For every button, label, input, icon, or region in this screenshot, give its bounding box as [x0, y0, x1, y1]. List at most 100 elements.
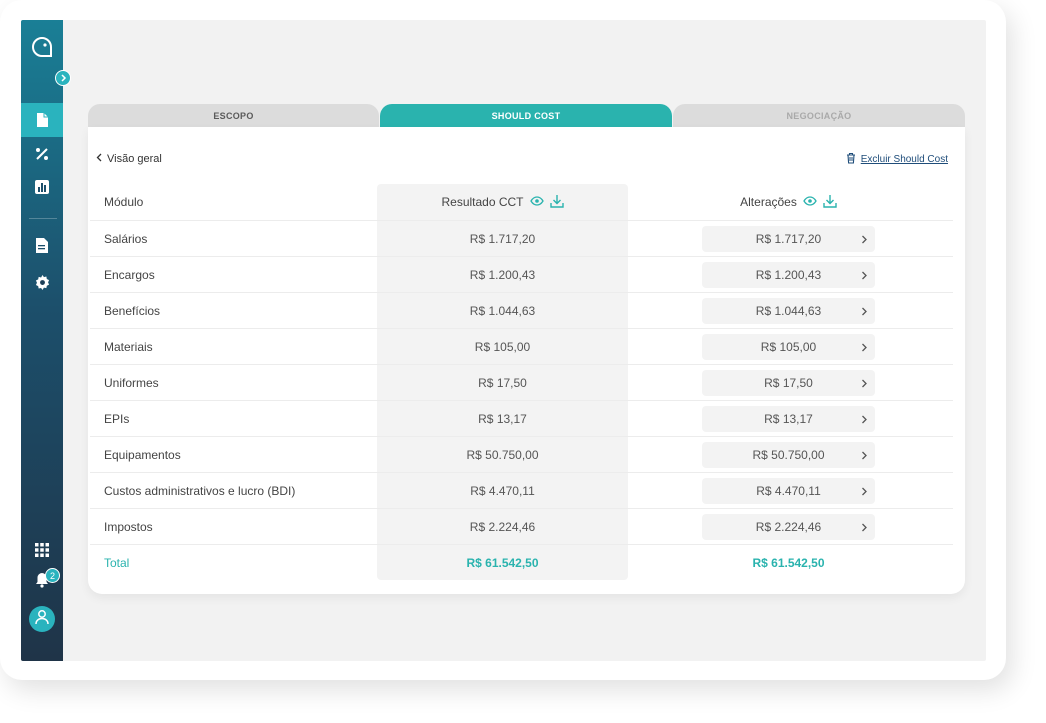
cct-value: R$ 1.717,20 [469, 231, 536, 246]
download-icon[interactable] [549, 194, 564, 211]
notification-badge: 2 [45, 568, 60, 583]
gear-icon [35, 274, 50, 290]
cct-value: R$ 13,17 [478, 411, 527, 426]
cct-value: R$ 105,00 [474, 339, 531, 354]
chevron-right-icon [861, 269, 867, 283]
sidebar-item-should-cost[interactable] [21, 103, 63, 137]
should-cost-card: Visão geral Excluir Should Cost Módulo R… [88, 127, 965, 594]
grid-icon [35, 543, 49, 557]
change-value: R$ 1.200,43 [755, 267, 822, 282]
chevron-right-icon [861, 485, 867, 499]
module-name: Uniformes [104, 375, 159, 390]
change-value: R$ 50.750,00 [752, 447, 825, 462]
change-value-button[interactable]: R$ 1.717,20 [702, 225, 875, 252]
chevron-right-icon [861, 341, 867, 355]
tab-should-cost[interactable]: SHOULD COST [380, 104, 672, 127]
module-name: Impostos [104, 519, 153, 534]
header-changes: Alterações [702, 184, 875, 220]
download-icon[interactable] [823, 194, 837, 211]
cct-value: R$ 1.044,63 [469, 303, 536, 318]
table-row: Salários R$ 1.717,20 R$ 1.717,20 [90, 221, 953, 257]
stepper-tabs: ESCOPO SHOULD COST NEGOCIAÇÃO [88, 104, 965, 127]
change-value-button[interactable]: R$ 4.470,11 [702, 477, 875, 504]
eye-icon[interactable] [529, 195, 544, 209]
chevron-right-icon [861, 377, 867, 391]
change-value-button[interactable]: R$ 1.044,63 [702, 297, 875, 324]
delete-link-label: Excluir Should Cost [860, 154, 948, 165]
eye-icon[interactable] [803, 195, 817, 209]
chevron-right-icon [60, 69, 67, 87]
percent-icon [35, 147, 49, 161]
header-changes-label: Alterações [740, 195, 797, 209]
cct-value: R$ 17,50 [478, 375, 527, 390]
sidebar-item-charts[interactable] [21, 170, 63, 204]
module-name: Equipamentos [104, 447, 181, 462]
chevron-right-icon [861, 521, 867, 535]
delete-should-cost-link[interactable]: Excluir Should Cost [846, 152, 948, 167]
report-icon [36, 237, 48, 253]
chevron-left-icon [96, 153, 102, 165]
app-logo-icon[interactable] [21, 30, 63, 64]
table-row: Encargos R$ 1.200,43 R$ 1.200,43 [90, 257, 953, 293]
module-name: Encargos [104, 267, 155, 282]
change-value: R$ 4.470,11 [756, 483, 821, 498]
total-cct-value: R$ 61.542,50 [466, 556, 539, 570]
user-avatar[interactable] [29, 606, 55, 632]
sidebar-item-reports[interactable] [21, 228, 63, 262]
table-row: EPIs R$ 13,17 R$ 13,17 [90, 401, 953, 437]
back-link-label: Visão geral [107, 153, 162, 165]
tab-negociacao[interactable]: NEGOCIAÇÃO [673, 104, 965, 127]
change-value: R$ 1.044,63 [755, 303, 822, 318]
sidebar-expand-button[interactable] [55, 70, 71, 86]
sidebar-divider [29, 218, 57, 219]
table-row: Materiais R$ 105,00 R$ 105,00 [90, 329, 953, 365]
change-value-button[interactable]: R$ 2.224,46 [702, 513, 875, 540]
total-changes-value: R$ 61.542,50 [752, 556, 825, 570]
sidebar: 2 [21, 20, 63, 661]
module-name: Materiais [104, 339, 153, 354]
cct-value: R$ 2.224,46 [469, 519, 536, 534]
sidebar-item-apps[interactable] [21, 533, 63, 567]
change-value-button[interactable]: R$ 50.750,00 [702, 441, 875, 468]
table-row: Custos administrativos e lucro (BDI) R$ … [90, 473, 953, 509]
module-name: Custos administrativos e lucro (BDI) [104, 483, 296, 498]
chevron-right-icon [861, 413, 867, 427]
total-label: Total [104, 556, 130, 570]
device-frame: 2 ESCOPO SHOULD COST NEGOCIAÇÃO Visão ge… [0, 0, 1006, 680]
app-screen: 2 ESCOPO SHOULD COST NEGOCIAÇÃO Visão ge… [21, 20, 986, 661]
module-name: Salários [104, 231, 148, 246]
change-value: R$ 105,00 [760, 339, 817, 354]
table-row: Benefícios R$ 1.044,63 R$ 1.044,63 [90, 293, 953, 329]
change-value: R$ 2.224,46 [755, 519, 822, 534]
header-cct-label: Resultado CCT [441, 195, 524, 209]
cct-value: R$ 4.470,11 [470, 483, 535, 498]
change-value: R$ 13,17 [764, 411, 813, 426]
chevron-right-icon [861, 449, 867, 463]
document-icon [36, 112, 49, 128]
header-cct: Resultado CCT [377, 184, 628, 220]
change-value-button[interactable]: R$ 1.200,43 [702, 261, 875, 288]
change-value-button[interactable]: R$ 105,00 [702, 333, 875, 360]
module-name: EPIs [104, 411, 130, 426]
table-header-row: Módulo Resultado CCT Alterações [90, 184, 953, 221]
table-row: Impostos R$ 2.224,46 R$ 2.224,46 [90, 509, 953, 545]
change-value-button[interactable]: R$ 13,17 [702, 405, 875, 432]
change-value-button[interactable]: R$ 17,50 [702, 369, 875, 396]
table-row: Equipamentos R$ 50.750,00 R$ 50.750,00 [90, 437, 953, 473]
table-total-row: Total R$ 61.542,50 R$ 61.542,50 [90, 545, 953, 581]
cct-value: R$ 50.750,00 [466, 447, 539, 462]
cct-value: R$ 1.200,43 [469, 267, 536, 282]
header-module: Módulo [104, 195, 144, 209]
change-value: R$ 17,50 [764, 375, 813, 390]
trash-icon [846, 152, 856, 167]
sidebar-item-settings[interactable] [21, 265, 63, 299]
chevron-right-icon [861, 305, 867, 319]
module-name: Benefícios [104, 303, 161, 318]
table-row: Uniformes R$ 17,50 R$ 17,50 [90, 365, 953, 401]
tab-escopo[interactable]: ESCOPO [88, 104, 379, 127]
change-value: R$ 1.717,20 [755, 231, 822, 246]
sidebar-item-percent[interactable] [21, 137, 63, 171]
back-link[interactable]: Visão geral [96, 153, 162, 165]
bar-chart-icon [35, 180, 49, 194]
user-icon [34, 609, 50, 630]
